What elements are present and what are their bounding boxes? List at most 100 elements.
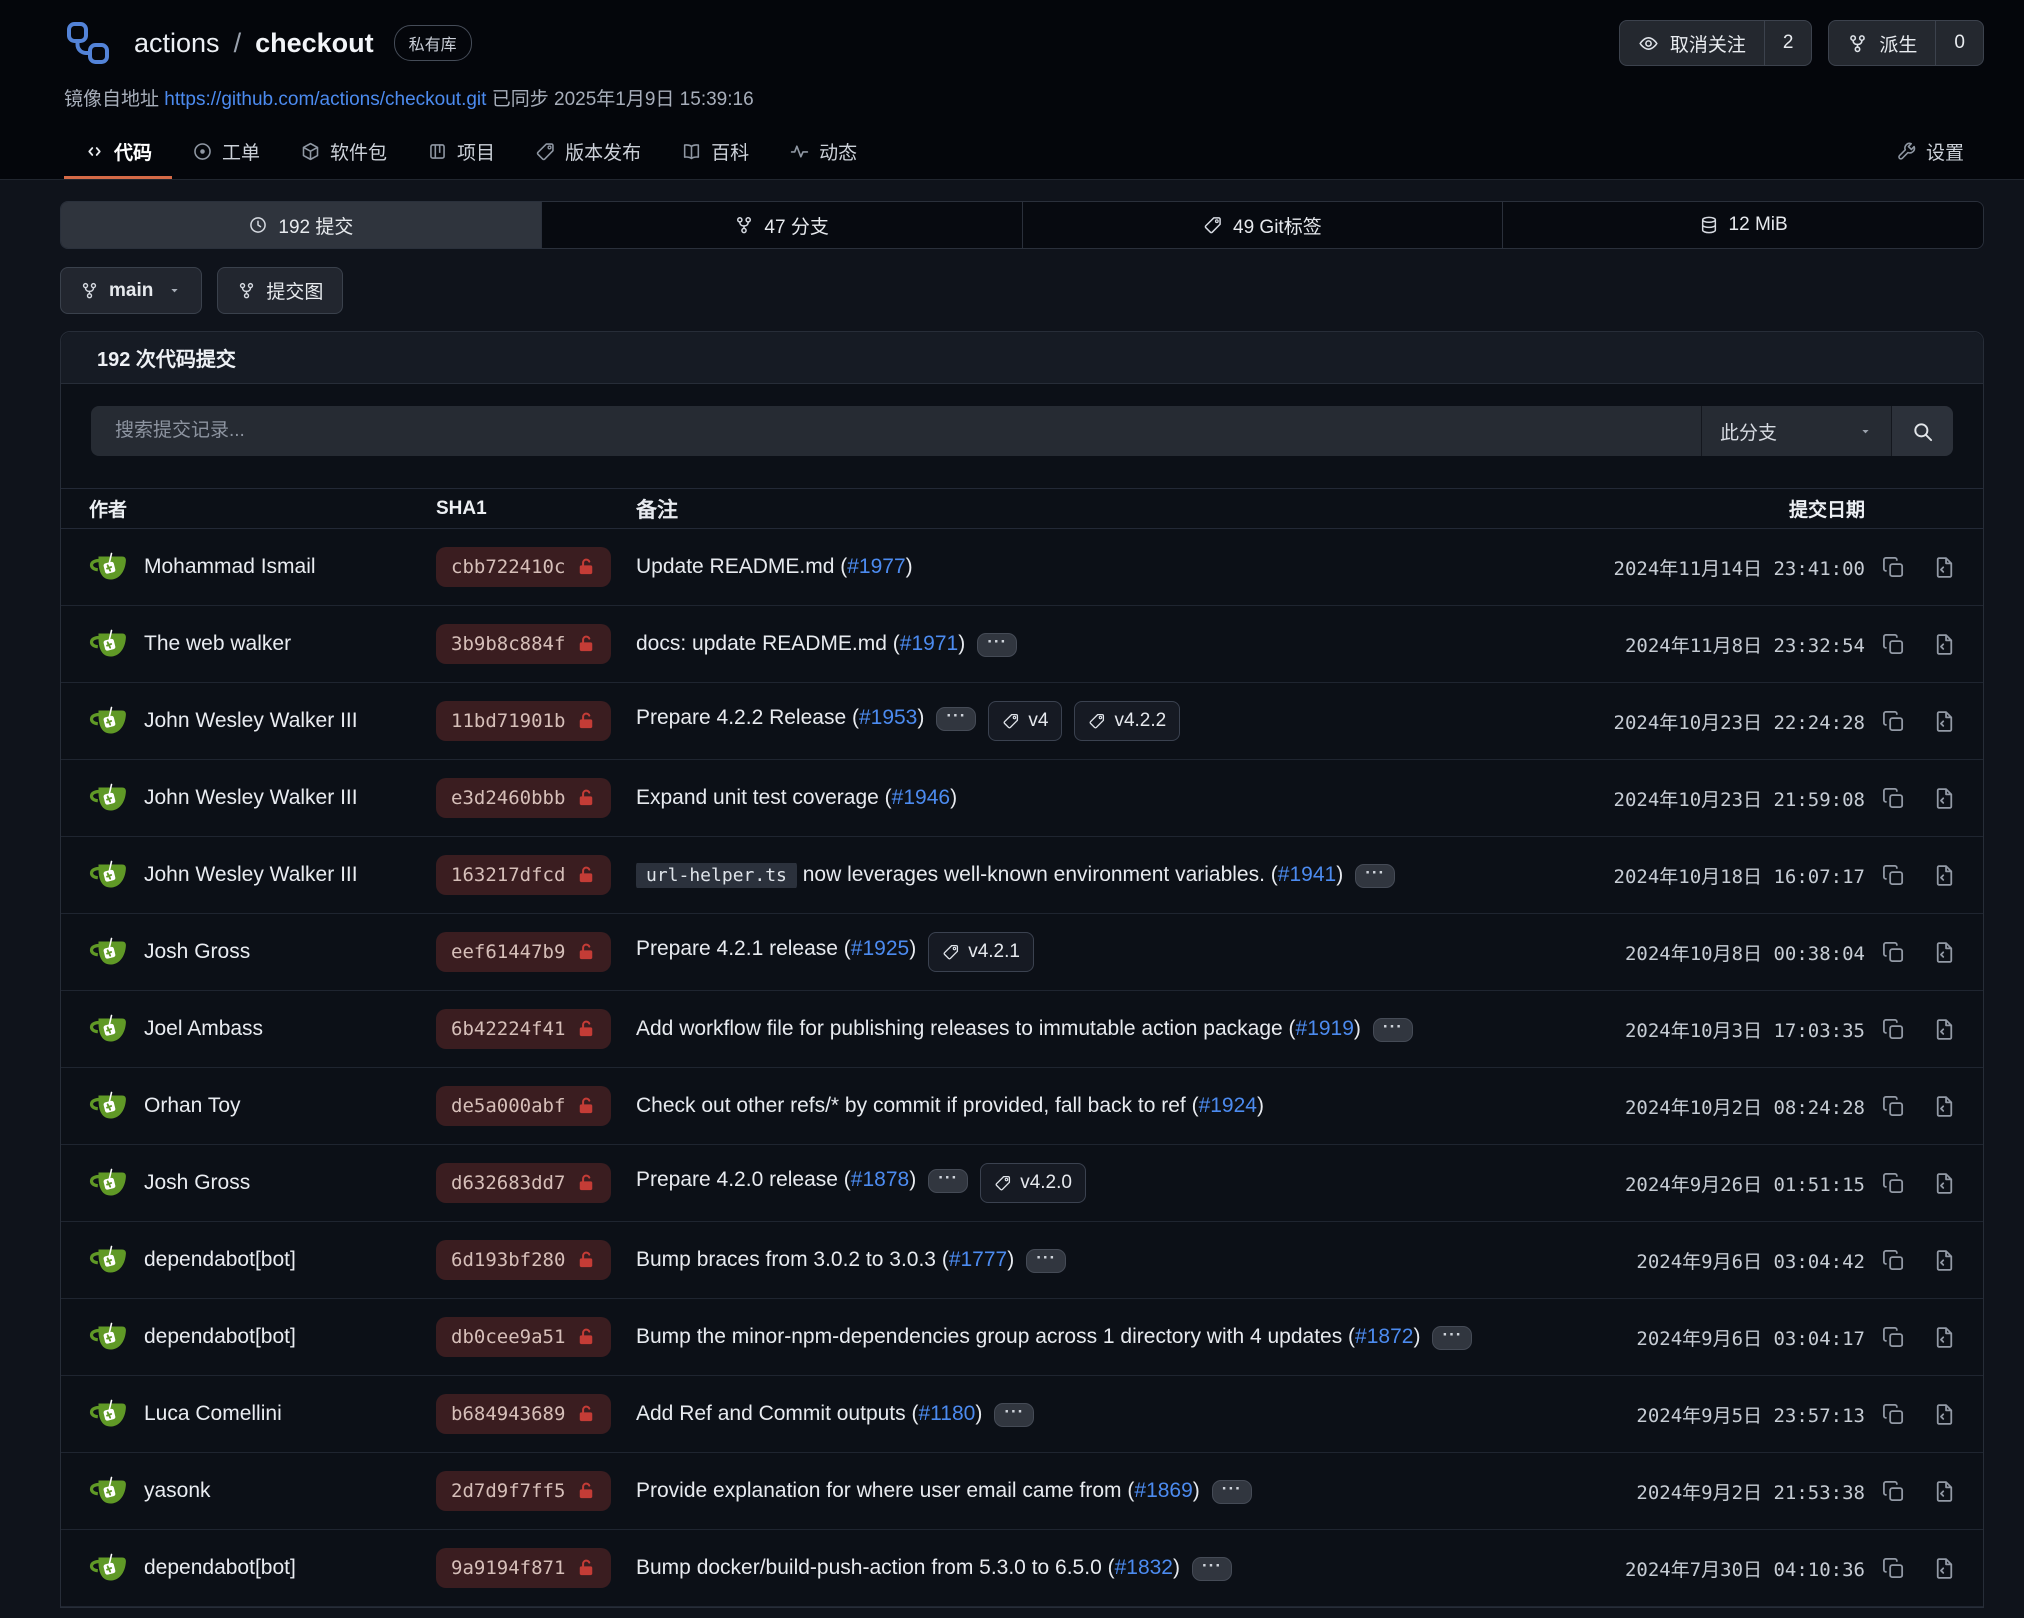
commit-sha-badge[interactable]: de5a000abf [436,1086,611,1126]
tab-releases[interactable]: 版本发布 [515,127,661,179]
commit-sha-badge[interactable]: cbb722410c [436,547,611,587]
commit-issue-link[interactable]: #1180 [918,1402,975,1425]
commit-issue-link[interactable]: #1941 [1278,863,1336,886]
commit-issue-link[interactable]: #1925 [851,937,909,960]
commit-issue-link[interactable]: #1946 [892,786,950,809]
stat-tags[interactable]: 49 Git标签 [1022,202,1503,248]
tab-packages[interactable]: 软件包 [280,127,407,179]
copy-sha-icon[interactable] [1881,1479,1906,1504]
copy-sha-icon[interactable] [1881,1171,1906,1196]
commit-more-button[interactable]: ··· [936,707,976,731]
mirror-url-link[interactable]: https://github.com/actions/checkout.git [164,89,486,110]
commit-issue-link[interactable]: #1872 [1355,1325,1413,1348]
branch-filter-select[interactable]: 此分支 [1701,406,1891,456]
commit-issue-link[interactable]: #1869 [1134,1479,1192,1502]
copy-sha-icon[interactable] [1881,1248,1906,1273]
branch-selector[interactable]: main [60,267,202,314]
view-source-icon[interactable] [1932,1556,1957,1581]
tab-settings[interactable]: 设置 [1876,127,1984,179]
commit-issue-link[interactable]: #1971 [900,632,958,655]
view-source-icon[interactable] [1932,1402,1957,1427]
commit-more-button[interactable]: ··· [1212,1480,1252,1504]
commit-issue-link[interactable]: #1924 [1199,1094,1257,1117]
commit-issue-link[interactable]: #1977 [847,555,905,578]
stat-branches[interactable]: 47 分支 [541,202,1022,248]
fork-button[interactable]: 派生 0 [1828,20,1984,66]
view-source-icon[interactable] [1932,1171,1957,1196]
commit-more-button[interactable]: ··· [1192,1557,1232,1581]
copy-sha-icon[interactable] [1881,1402,1906,1427]
repo-name-link[interactable]: checkout [255,28,374,59]
commit-sha-badge[interactable]: d632683dd7 [436,1163,611,1203]
commit-tag-pill[interactable]: v4 [988,701,1062,741]
commit-sha-badge[interactable]: 2d7d9f7ff5 [436,1471,611,1511]
stat-commits[interactable]: 192 提交 [61,202,541,248]
commit-more-button[interactable]: ··· [1026,1249,1066,1273]
site-logo-icon[interactable] [64,19,112,67]
commit-issue-link[interactable]: #1878 [851,1168,909,1191]
commit-sha-badge[interactable]: e3d2460bbb [436,778,611,818]
commit-more-button[interactable]: ··· [928,1169,968,1193]
copy-sha-icon[interactable] [1881,709,1906,734]
commit-sha-badge[interactable]: 163217dfcd [436,855,611,895]
view-source-icon[interactable] [1932,786,1957,811]
commit-sha-badge[interactable]: 9a9194f871 [436,1548,611,1588]
tab-code[interactable]: 代码 [64,127,172,179]
commit-issue-link[interactable]: #1777 [949,1248,1007,1271]
tab-projects[interactable]: 项目 [407,127,515,179]
copy-sha-icon[interactable] [1881,1556,1906,1581]
fork-count[interactable]: 0 [1935,21,1983,65]
commit-sha-badge[interactable]: b684943689 [436,1394,611,1434]
watch-count[interactable]: 2 [1764,21,1812,65]
view-source-icon[interactable] [1932,1248,1957,1273]
copy-sha-icon[interactable] [1881,632,1906,657]
view-source-icon[interactable] [1932,863,1957,888]
copy-sha-icon[interactable] [1881,1017,1906,1042]
repo-tabs: 代码 工单 软件包 项目 版本发布 百科 [64,127,1984,179]
commit-sha-badge[interactable]: eef61447b9 [436,932,611,972]
unlock-icon [576,1096,596,1116]
repo-owner-link[interactable]: actions [134,28,220,59]
commit-search-input[interactable] [91,406,1701,456]
commit-tag-pill[interactable]: v4.2.0 [980,1163,1086,1203]
view-source-icon[interactable] [1932,940,1957,965]
view-source-icon[interactable] [1932,1479,1957,1504]
commit-issue-link[interactable]: #1832 [1115,1556,1173,1579]
commit-graph-button[interactable]: 提交图 [217,267,343,314]
copy-sha-icon[interactable] [1881,786,1906,811]
copy-sha-icon[interactable] [1881,863,1906,888]
commit-sha-badge[interactable]: 11bd71901b [436,701,611,741]
commit-issue-link[interactable]: #1919 [1296,1017,1354,1040]
commit-more-button[interactable]: ··· [1355,864,1395,888]
view-source-icon[interactable] [1932,709,1957,734]
view-source-icon[interactable] [1932,555,1957,580]
commit-more-button[interactable]: ··· [977,633,1017,657]
commit-more-button[interactable]: ··· [994,1403,1034,1427]
unlock-icon [576,557,596,577]
commit-tag-pill[interactable]: v4.2.2 [1074,701,1180,741]
commit-more-button[interactable]: ··· [1373,1018,1413,1042]
unwatch-button[interactable]: 取消关注 2 [1619,20,1813,66]
search-button[interactable] [1891,406,1953,456]
commit-sha-badge[interactable]: 6b42224f41 [436,1009,611,1049]
stat-size[interactable]: 12 MiB [1502,202,1983,248]
commit-sha-badge[interactable]: 6d193bf280 [436,1240,611,1280]
copy-sha-icon[interactable] [1881,1094,1906,1119]
view-source-icon[interactable] [1932,1325,1957,1350]
commit-sha-badge[interactable]: db0cee9a51 [436,1317,611,1357]
tab-activity[interactable]: 动态 [769,127,877,179]
commit-more-button[interactable]: ··· [1432,1326,1472,1350]
copy-sha-icon[interactable] [1881,940,1906,965]
tab-issues[interactable]: 工单 [172,127,280,179]
copy-sha-icon[interactable] [1881,1325,1906,1350]
commit-tag-pill[interactable]: v4.2.1 [928,932,1034,972]
commit-message-close: ) [1354,1017,1361,1040]
tab-wiki[interactable]: 百科 [661,127,769,179]
commit-issue-link[interactable]: #1953 [859,706,917,729]
view-source-icon[interactable] [1932,632,1957,657]
view-source-icon[interactable] [1932,1017,1957,1042]
wiki-book-icon [681,141,702,162]
copy-sha-icon[interactable] [1881,555,1906,580]
commit-sha-badge[interactable]: 3b9b8c884f [436,624,611,664]
view-source-icon[interactable] [1932,1094,1957,1119]
